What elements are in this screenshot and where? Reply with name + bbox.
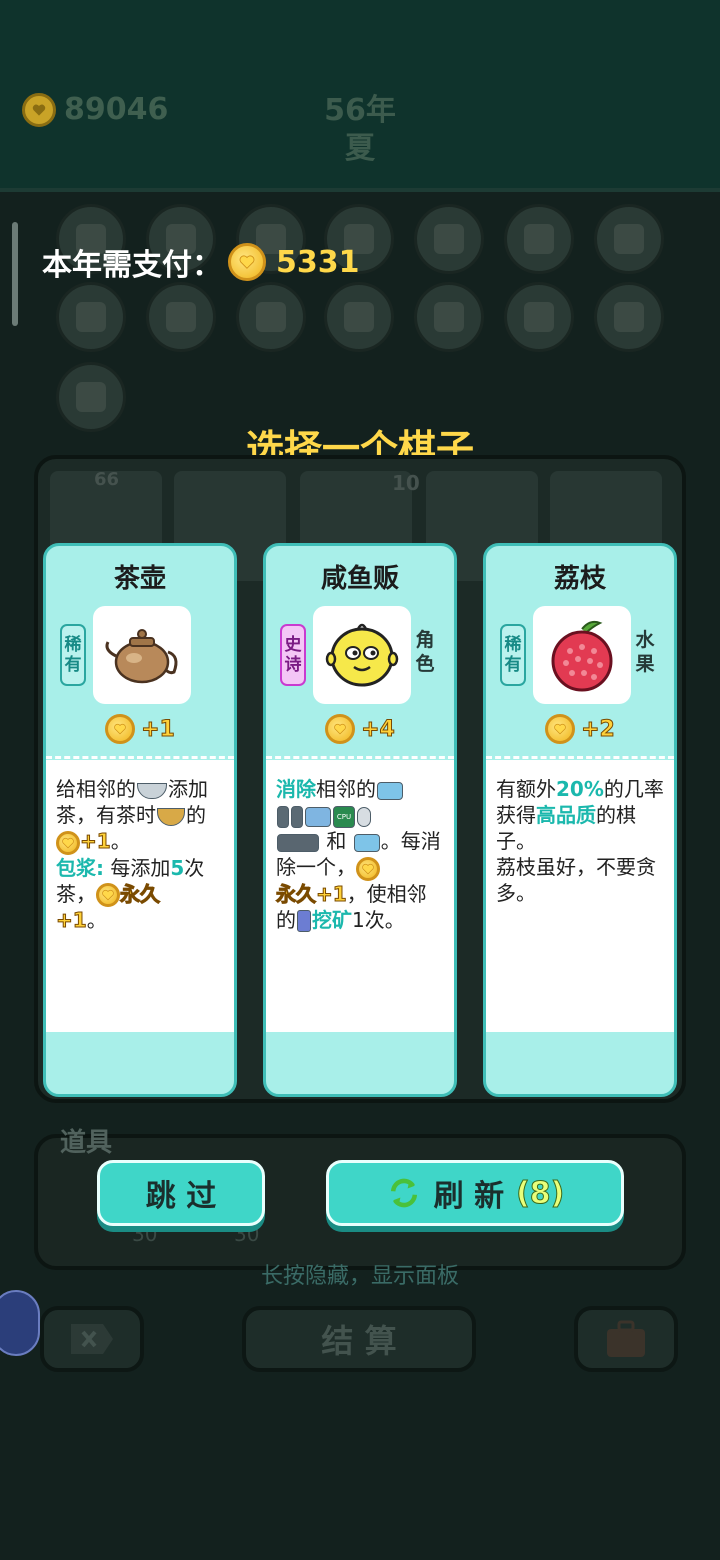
bag-button[interactable] xyxy=(574,1306,678,1372)
gain-value: +2 xyxy=(581,716,616,742)
rarity-badge: 稀有 xyxy=(60,624,86,686)
coin-icon xyxy=(96,883,120,907)
skip-label: 跳 过 xyxy=(145,1179,217,1214)
item-slot xyxy=(504,204,574,274)
pc-tower-icon xyxy=(291,805,303,828)
choice-card-lychee[interactable]: 荔枝 稀有 水果 +2 有额外20%的几率获得高品质的棋子。 荔枝虽好，不要贪多… xyxy=(483,543,677,1097)
refresh-icon xyxy=(390,1178,417,1208)
item-slot xyxy=(504,282,574,352)
coin-amount: 89046 xyxy=(64,92,169,127)
payment-label: 本年需支付： xyxy=(42,248,222,283)
tea-bowl-icon xyxy=(157,807,185,826)
mouse-icon xyxy=(357,806,371,827)
refresh-label: 刷 新 xyxy=(433,1179,505,1214)
character-face-icon xyxy=(313,606,411,704)
card-name: 茶壶 xyxy=(113,564,166,594)
item-slot xyxy=(146,282,216,352)
refresh-button[interactable]: 刷 新 (8) xyxy=(326,1160,624,1226)
coin-gain: +4 xyxy=(266,714,454,744)
drill-icon xyxy=(297,910,311,932)
settle-button[interactable]: 结 算 xyxy=(242,1306,476,1372)
item-slot xyxy=(594,204,664,274)
refresh-count: (8) xyxy=(516,1175,565,1211)
item-slot xyxy=(324,282,394,352)
coin-icon xyxy=(545,714,576,744)
choice-card-teapot[interactable]: 茶壶 稀有 +1 给相邻的 添加茶，有茶时的 +1。 包浆: 每添加5次茶， 永久 +… xyxy=(43,543,237,1097)
gain-value: +1 xyxy=(141,716,176,742)
props-title: 道具 xyxy=(60,1128,113,1158)
season-label: 夏 xyxy=(345,131,375,166)
settle-label: 结 算 xyxy=(321,1322,397,1360)
board-number: 10 xyxy=(392,471,420,495)
coin-counter: 89046 xyxy=(22,92,168,127)
printer-icon xyxy=(305,806,331,827)
monitor-icon xyxy=(377,781,403,800)
card-description: 有额外20%的几率获得高品质的棋子。 荔枝虽好，不要贪多。 xyxy=(486,760,674,1032)
item-slot xyxy=(414,204,484,274)
skip-button[interactable]: 跳 过 xyxy=(97,1160,265,1226)
keyboard-icon xyxy=(277,833,319,852)
scrollbar[interactable] xyxy=(12,222,18,326)
item-slot xyxy=(594,282,664,352)
year-season: 56年 夏 xyxy=(300,92,420,168)
card-description: 消除相邻的 CPU 和 。每消除一个， 永久+1，使相邻的 挖矿1次。 xyxy=(266,760,454,1032)
card-name: 荔枝 xyxy=(553,564,606,594)
rarity-badge: 史诗 xyxy=(280,624,306,686)
coin-icon xyxy=(56,830,80,855)
delete-icon xyxy=(71,1324,113,1354)
category-label: 角色 xyxy=(415,629,435,675)
top-bar: 89046 56年 夏 xyxy=(0,0,720,190)
payment-line: 本年需支付： 5331 xyxy=(42,240,360,284)
hint-text: 长按隐藏，显示面板 xyxy=(260,1264,459,1289)
avatar[interactable] xyxy=(0,1290,40,1356)
lychee-icon xyxy=(533,606,631,704)
payment-amount: 5331 xyxy=(276,244,360,280)
rarity-badge: 稀有 xyxy=(500,624,526,686)
category-label: 水果 xyxy=(635,629,655,675)
choice-card-fish-seller[interactable]: 咸鱼贩 史诗 角色 +4 消除相邻的 CPU 和 。每消除一个， 永久+1，使相… xyxy=(263,543,457,1097)
card-name: 咸鱼贩 xyxy=(320,564,399,594)
item-slot xyxy=(56,282,126,352)
coin-gain: +1 xyxy=(46,714,234,744)
cpu-chip-icon: CPU xyxy=(333,805,355,828)
teapot-icon xyxy=(93,606,191,704)
server-icon xyxy=(277,805,289,828)
item-slot xyxy=(236,282,306,352)
year-label: 56年 xyxy=(324,93,396,128)
coin-icon xyxy=(105,714,136,744)
card-description: 给相邻的 添加茶，有茶时的 +1。 包浆: 每添加5次茶， 永久 +1。 xyxy=(46,760,234,1032)
coin-icon xyxy=(228,243,266,281)
remove-button[interactable] xyxy=(40,1306,144,1372)
bowl-icon xyxy=(137,782,167,799)
coin-icon xyxy=(356,856,380,881)
coin-icon xyxy=(325,714,356,744)
computer-icon xyxy=(353,833,380,852)
briefcase-icon xyxy=(607,1320,645,1357)
board-number: 66 xyxy=(94,469,120,490)
coin-gain: +2 xyxy=(486,714,674,744)
gain-value: +4 xyxy=(361,716,396,742)
coin-icon xyxy=(22,92,56,127)
item-slot xyxy=(414,282,484,352)
